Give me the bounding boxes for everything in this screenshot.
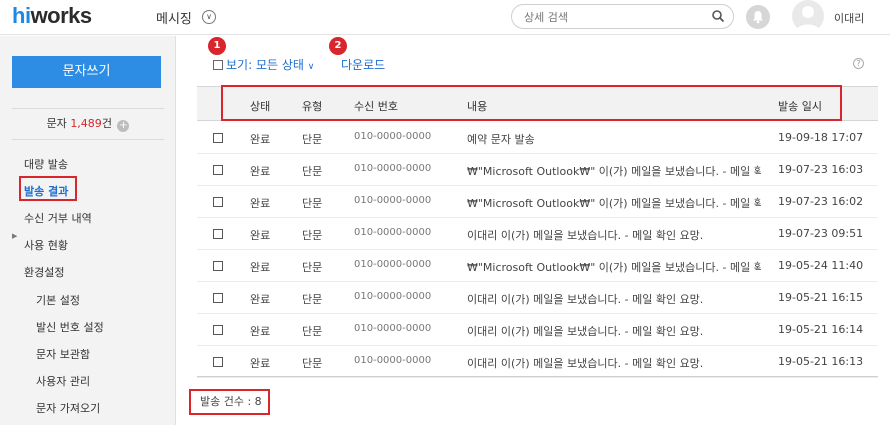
cell-content[interactable]: ₩"Microsoft Outlook₩" 이(가) 메일을 보냈습니다. - … bbox=[467, 163, 761, 179]
cell-content[interactable]: ₩"Microsoft Outlook₩" 이(가) 메일을 보냈습니다. - … bbox=[467, 259, 761, 275]
sidebar-item-settings[interactable]: 환경설정 bbox=[24, 264, 64, 280]
cell-phone: 010-0000-0000 bbox=[354, 323, 432, 334]
row-checkbox[interactable] bbox=[213, 261, 223, 271]
cell-phone: 010-0000-0000 bbox=[354, 259, 432, 270]
credit-unit: 건 bbox=[101, 117, 112, 130]
logo-text: works bbox=[30, 3, 93, 28]
logo-accent: hi bbox=[12, 3, 31, 28]
sidebar-item-rejection-log[interactable]: 수신 거부 내역 bbox=[24, 210, 92, 226]
table-divider bbox=[197, 376, 878, 377]
cell-type: 단문 bbox=[302, 133, 323, 146]
cell-content[interactable]: 이대리 이(가) 메일을 보냈습니다. - 메일 확인 요망. bbox=[467, 291, 761, 307]
cell-content[interactable]: 이대리 이(가) 메일을 보냈습니다. - 메일 확인 요망. bbox=[467, 355, 761, 371]
credit-label: 문자 bbox=[46, 117, 67, 130]
sidebar-highlight-box bbox=[19, 176, 77, 201]
search-icon[interactable] bbox=[711, 9, 725, 23]
top-bar: hiworks 메시징 ∨ 이대리 bbox=[0, 0, 890, 35]
search-box bbox=[511, 4, 734, 29]
cell-phone: 010-0000-0000 bbox=[354, 227, 432, 238]
hiworks-logo[interactable]: hiworks bbox=[12, 3, 92, 29]
cell-type: 단문 bbox=[302, 357, 323, 370]
cell-date: 19-05-21 16:15 bbox=[778, 291, 864, 304]
cell-type: 단문 bbox=[302, 261, 323, 274]
sidebar-item-bulk-send[interactable]: 대량 발송 bbox=[24, 156, 68, 172]
sidebar-item-import-messages[interactable]: 문자 가져오기 bbox=[36, 400, 100, 416]
cell-content[interactable]: 예약 문자 발송 bbox=[467, 131, 761, 147]
cell-status: 완료 bbox=[250, 357, 271, 370]
cell-status: 완료 bbox=[250, 261, 271, 274]
row-checkbox[interactable] bbox=[213, 133, 223, 143]
table-row[interactable]: 완료 단문 010-0000-0000 ₩"Microsoft Outlook₩" 이… bbox=[197, 154, 878, 186]
notification-bell-icon[interactable] bbox=[746, 5, 770, 29]
cell-phone: 010-0000-0000 bbox=[354, 355, 432, 366]
help-icon[interactable]: ? bbox=[853, 58, 864, 69]
cell-type: 단문 bbox=[302, 165, 323, 178]
cell-status: 완료 bbox=[250, 165, 271, 178]
cell-type: 단문 bbox=[302, 325, 323, 338]
cell-status: 완료 bbox=[250, 229, 271, 242]
cell-phone: 010-0000-0000 bbox=[354, 291, 432, 302]
header-highlight-box bbox=[221, 85, 842, 121]
annotation-marker-1: 1 bbox=[208, 37, 226, 55]
cell-content[interactable]: 이대리 이(가) 메일을 보냈습니다. - 메일 확인 요망. bbox=[467, 323, 761, 339]
sidebar: 문자쓰기 문자 1,489건 + bbox=[0, 36, 176, 425]
sidebar-item-usage[interactable]: 사용 현황 bbox=[24, 237, 68, 253]
sidebar-item-user-management[interactable]: 사용자 관리 bbox=[36, 373, 90, 389]
add-credit-icon[interactable]: + bbox=[117, 120, 130, 132]
cell-phone: 010-0000-0000 bbox=[354, 163, 432, 174]
caret-right-icon: ▶ bbox=[12, 232, 18, 240]
row-checkbox[interactable] bbox=[213, 293, 223, 303]
annotation-marker-2: 2 bbox=[329, 37, 347, 55]
app-name[interactable]: 메시징 bbox=[156, 8, 192, 27]
cell-date: 19-05-21 16:14 bbox=[778, 323, 864, 336]
cell-status: 완료 bbox=[250, 197, 271, 210]
row-checkbox[interactable] bbox=[213, 165, 223, 175]
download-button[interactable]: 다운로드 bbox=[341, 56, 385, 73]
view-filter-label: 보기: 모든 상태 bbox=[226, 58, 304, 72]
sidebar-item-sender-number[interactable]: 발신 번호 설정 bbox=[36, 319, 104, 335]
cell-date: 19-07-23 16:03 bbox=[778, 163, 864, 176]
row-checkbox[interactable] bbox=[213, 229, 223, 239]
table-row[interactable]: 완료 단문 010-0000-0000 이대리 이(가) 메일을 보냈습니다. - 메… bbox=[197, 282, 878, 314]
cell-date: 19-05-24 11:40 bbox=[778, 259, 864, 272]
cell-date: 19-05-21 16:13 bbox=[778, 355, 864, 368]
view-filter-dropdown[interactable]: 보기: 모든 상태 ∨ bbox=[213, 56, 314, 73]
compose-button[interactable]: 문자쓰기 bbox=[12, 56, 161, 88]
cell-type: 단문 bbox=[302, 197, 323, 210]
cell-type: 단문 bbox=[302, 293, 323, 306]
cell-phone: 010-0000-0000 bbox=[354, 195, 432, 206]
table-row[interactable]: 완료 단문 010-0000-0000 ₩"Microsoft Outlook₩" 이… bbox=[197, 186, 878, 218]
cell-date: 19-07-23 16:02 bbox=[778, 195, 864, 208]
table-row[interactable]: 완료 단문 010-0000-0000 이대리 이(가) 메일을 보냈습니다. - 메… bbox=[197, 346, 878, 378]
send-count: 발송 건수 : 8 bbox=[189, 389, 270, 415]
row-checkbox[interactable] bbox=[213, 325, 223, 335]
cell-content[interactable]: 이대리 이(가) 메일을 보냈습니다. - 메일 확인 요망. bbox=[467, 227, 761, 243]
search-input[interactable] bbox=[524, 9, 704, 25]
row-checkbox[interactable] bbox=[213, 357, 223, 367]
chevron-down-icon[interactable]: ∨ bbox=[202, 10, 216, 24]
avatar[interactable] bbox=[792, 0, 824, 32]
table-row[interactable]: 완료 단문 010-0000-0000 이대리 이(가) 메일을 보냈습니다. - 메… bbox=[197, 314, 878, 346]
cell-status: 완료 bbox=[250, 293, 271, 306]
row-checkbox[interactable] bbox=[213, 197, 223, 207]
cell-type: 단문 bbox=[302, 229, 323, 242]
cell-phone: 010-0000-0000 bbox=[354, 131, 432, 142]
table-row[interactable]: 완료 단문 010-0000-0000 예약 문자 발송 19-09-18 17:07 bbox=[197, 122, 878, 154]
table-row[interactable]: 완료 단문 010-0000-0000 ₩"Microsoft Outlook₩" 이… bbox=[197, 250, 878, 282]
select-all-checkbox[interactable] bbox=[213, 60, 223, 70]
credit-value: 1,489 bbox=[70, 117, 102, 130]
user-name[interactable]: 이대리 bbox=[834, 10, 864, 26]
table-row[interactable]: 완료 단문 010-0000-0000 이대리 이(가) 메일을 보냈습니다. - 메… bbox=[197, 218, 878, 250]
credit-balance: 문자 1,489건 + bbox=[12, 108, 164, 140]
cell-status: 완료 bbox=[250, 325, 271, 338]
cell-content[interactable]: ₩"Microsoft Outlook₩" 이(가) 메일을 보냈습니다. - … bbox=[467, 195, 761, 211]
cell-status: 완료 bbox=[250, 133, 271, 146]
cell-date: 19-09-18 17:07 bbox=[778, 131, 864, 144]
sidebar-item-message-archive[interactable]: 문자 보관함 bbox=[36, 346, 90, 362]
cell-date: 19-07-23 09:51 bbox=[778, 227, 864, 240]
chevron-down-icon: ∨ bbox=[307, 62, 315, 72]
sidebar-item-basic-settings[interactable]: 기본 설정 bbox=[36, 292, 80, 308]
